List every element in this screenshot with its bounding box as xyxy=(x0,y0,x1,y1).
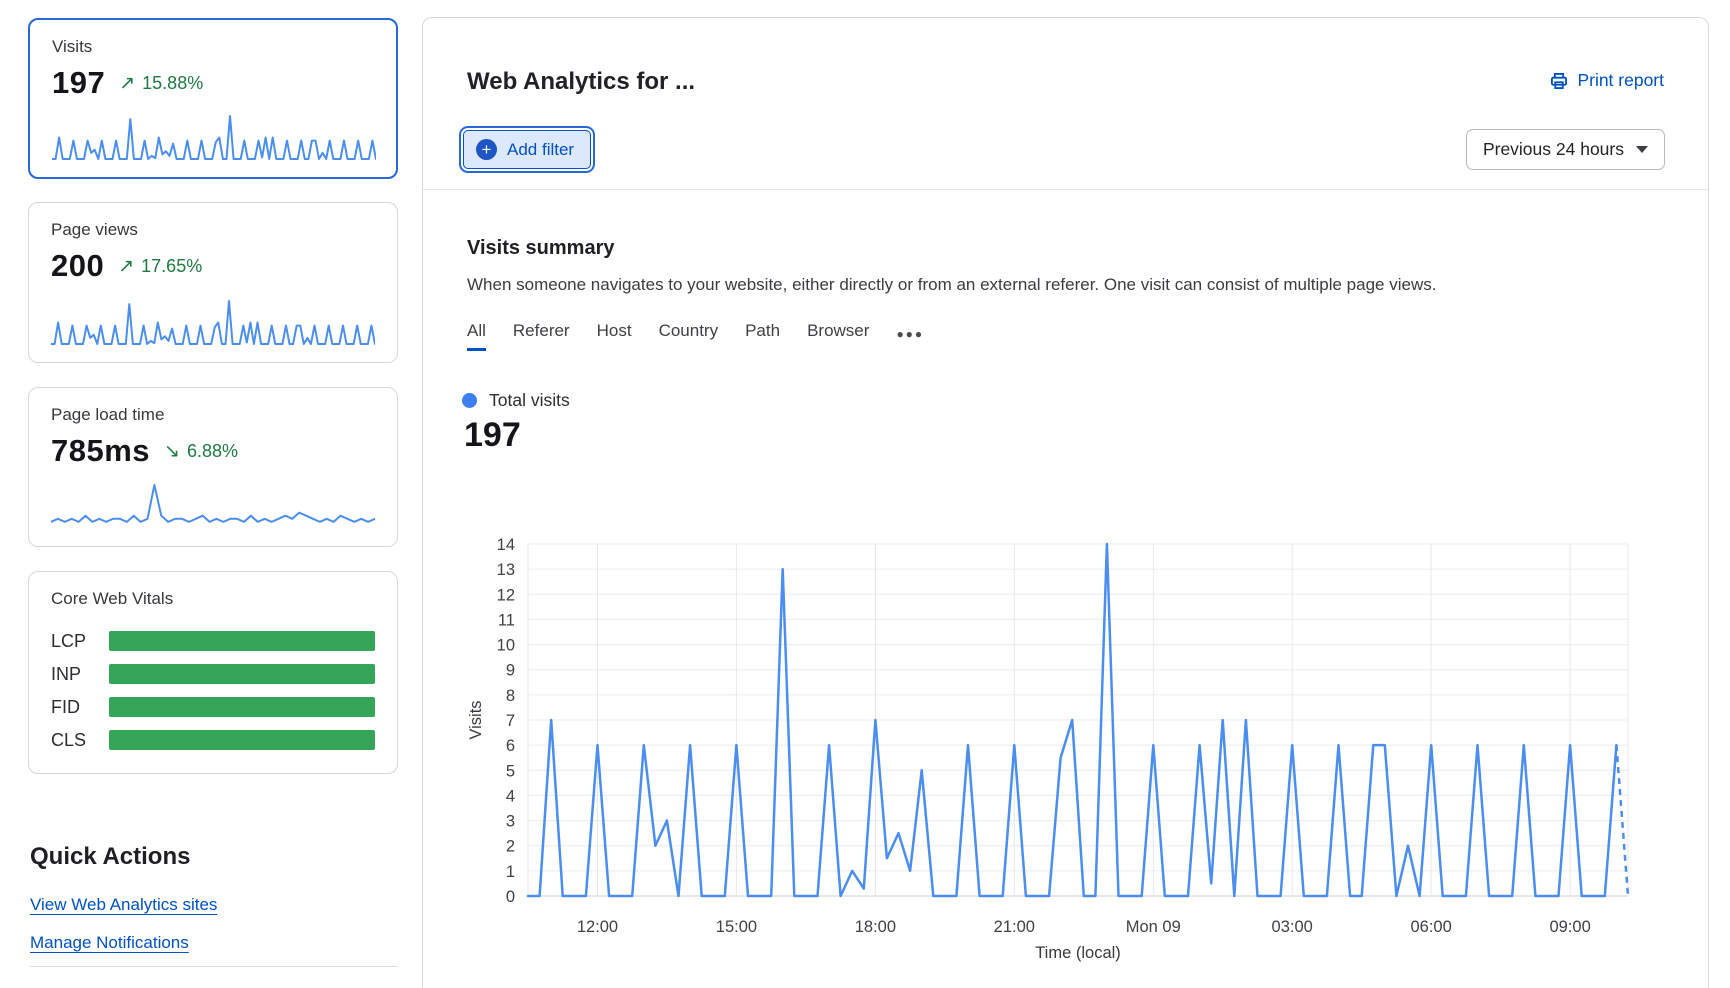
chevron-down-icon xyxy=(1636,146,1648,153)
printer-icon xyxy=(1549,71,1569,91)
card-title: Page load time xyxy=(51,405,375,425)
cwv-label: FID xyxy=(51,697,109,718)
core-web-vitals-rows: LCP INP FID CLS xyxy=(51,631,375,750)
visits-summary-heading: Visits summary xyxy=(467,237,615,260)
card-value: 200 xyxy=(51,248,104,284)
dimension-tabs: All Referer Host Country Path Browser ●●● xyxy=(467,321,924,351)
cwv-row-cls: CLS xyxy=(51,730,375,750)
cwv-good-bar xyxy=(109,730,375,750)
metric-card-visits[interactable]: Visits 197 ↗ 15.88% xyxy=(28,18,398,179)
view-web-analytics-sites-link[interactable]: View Web Analytics sites xyxy=(30,895,217,915)
svg-text:9: 9 xyxy=(506,662,515,680)
cwv-row-inp: INP xyxy=(51,664,375,684)
svg-text:2: 2 xyxy=(506,838,515,856)
cwv-label: INP xyxy=(51,664,109,685)
svg-text:0: 0 xyxy=(506,888,515,906)
svg-text:3: 3 xyxy=(506,813,515,831)
tab-country[interactable]: Country xyxy=(659,321,719,351)
trend-percent: 17.65% xyxy=(141,256,202,277)
svg-text:7: 7 xyxy=(506,712,515,730)
plus-circle-icon: + xyxy=(476,139,497,160)
visits-sparkline xyxy=(52,113,376,161)
card-value: 785ms xyxy=(51,433,150,469)
svg-text:13: 13 xyxy=(497,561,515,579)
svg-text:21:00: 21:00 xyxy=(994,918,1035,936)
cwv-good-bar xyxy=(109,697,375,717)
time-range-value: Previous 24 hours xyxy=(1483,139,1624,160)
manage-notifications-link[interactable]: Manage Notifications xyxy=(30,933,189,953)
svg-text:12: 12 xyxy=(497,586,515,604)
svg-text:1: 1 xyxy=(506,863,515,881)
tab-referer[interactable]: Referer xyxy=(513,321,570,351)
total-visits-dot-icon xyxy=(462,393,477,408)
tabs-more-ellipsis[interactable]: ●●● xyxy=(896,327,924,351)
total-visits-value: 197 xyxy=(464,416,521,455)
trend-percent: 6.88% xyxy=(187,441,238,462)
svg-text:18:00: 18:00 xyxy=(855,918,896,936)
visits-summary-description: When someone navigates to your website, … xyxy=(467,275,1436,295)
tab-all[interactable]: All xyxy=(467,321,486,351)
print-report-link[interactable]: Print report xyxy=(1549,70,1664,91)
card-title: Page views xyxy=(51,220,375,240)
time-range-dropdown[interactable]: Previous 24 hours xyxy=(1466,129,1665,170)
svg-text:15:00: 15:00 xyxy=(716,918,757,936)
cwv-label: CLS xyxy=(51,730,109,751)
svg-text:10: 10 xyxy=(497,637,515,655)
add-filter-button[interactable]: + Add filter xyxy=(463,130,591,169)
svg-text:4: 4 xyxy=(506,787,515,805)
trend-badge: ↗ 17.65% xyxy=(118,256,202,277)
cwv-good-bar xyxy=(109,631,375,651)
svg-text:Mon 09: Mon 09 xyxy=(1126,918,1181,936)
page-load-time-sparkline xyxy=(51,482,375,530)
tab-host[interactable]: Host xyxy=(597,321,632,351)
card-title: Core Web Vitals xyxy=(51,589,375,609)
svg-text:06:00: 06:00 xyxy=(1411,918,1452,936)
cwv-label: LCP xyxy=(51,631,109,652)
legend-label: Total visits xyxy=(489,390,570,411)
quick-actions-heading: Quick Actions xyxy=(30,843,190,871)
svg-text:12:00: 12:00 xyxy=(577,918,618,936)
svg-text:Visits: Visits xyxy=(467,700,485,739)
trend-up-arrow-icon: ↗ xyxy=(119,74,135,93)
trend-up-arrow-icon: ↗ xyxy=(118,257,134,276)
tab-browser[interactable]: Browser xyxy=(807,321,869,351)
svg-text:11: 11 xyxy=(498,611,515,629)
svg-text:14: 14 xyxy=(497,536,515,554)
svg-text:03:00: 03:00 xyxy=(1272,918,1313,936)
trend-percent: 15.88% xyxy=(142,73,203,94)
svg-text:8: 8 xyxy=(506,687,515,705)
card-value: 197 xyxy=(52,65,105,101)
svg-text:5: 5 xyxy=(506,762,515,780)
tab-path[interactable]: Path xyxy=(745,321,780,351)
svg-text:09:00: 09:00 xyxy=(1549,918,1590,936)
page-title: Web Analytics for ... xyxy=(467,68,695,96)
svg-text:6: 6 xyxy=(506,737,515,755)
sidebar-divider xyxy=(30,966,398,967)
chart-legend: Total visits xyxy=(462,390,570,411)
cwv-row-lcp: LCP xyxy=(51,631,375,651)
trend-badge: ↗ 15.88% xyxy=(119,73,203,94)
page-views-sparkline xyxy=(51,298,375,346)
card-title: Visits xyxy=(52,37,374,57)
metric-card-page-views[interactable]: Page views 200 ↗ 17.65% xyxy=(28,202,398,363)
print-report-label: Print report xyxy=(1577,70,1664,91)
header-divider xyxy=(423,189,1708,190)
svg-text:Time (local): Time (local) xyxy=(1035,944,1121,962)
cwv-row-fid: FID xyxy=(51,697,375,717)
core-web-vitals-card[interactable]: Core Web Vitals LCP INP FID CLS xyxy=(28,571,398,774)
metric-card-page-load-time[interactable]: Page load time 785ms ↘ 6.88% xyxy=(28,387,398,547)
cwv-good-bar xyxy=(109,664,375,684)
trend-down-arrow-icon: ↘ xyxy=(164,442,180,461)
web-analytics-panel: Web Analytics for ... Print report + Add… xyxy=(422,17,1709,988)
add-filter-label: Add filter xyxy=(507,140,574,160)
trend-badge: ↘ 6.88% xyxy=(164,441,238,462)
visits-line-chart[interactable]: 0123456789101112131412:0015:0018:0021:00… xyxy=(431,468,1711,988)
